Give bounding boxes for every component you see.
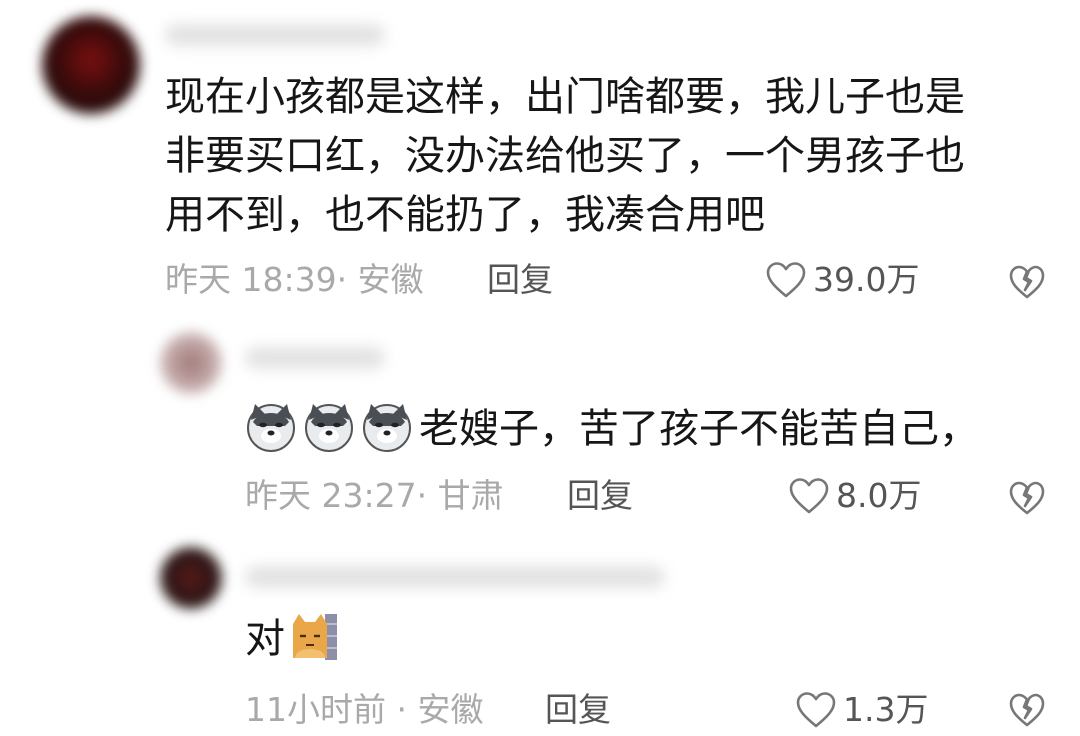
avatar[interactable] (42, 16, 140, 114)
comment-text-line: 非要买口红，没办法给他买了，一个男孩子也 (165, 133, 965, 179)
broken-heart-icon[interactable] (1007, 478, 1047, 518)
comment-timestamp-location: 昨天 18:39· 安徽 (165, 260, 424, 299)
heart-icon (796, 692, 836, 728)
comment-text-line: 现在小孩都是这样，出门啥都要，我儿子也是 (165, 74, 965, 120)
like-button[interactable]: 39.0万 (765, 260, 919, 300)
broken-heart-icon[interactable] (1007, 690, 1047, 730)
heart-icon (789, 478, 829, 514)
username-blurred[interactable] (165, 24, 385, 46)
username-blurred[interactable] (245, 566, 665, 588)
heart-icon (766, 262, 806, 298)
comment-text: 对 (245, 610, 339, 668)
cat-icon (293, 614, 337, 660)
avatar[interactable] (160, 547, 222, 609)
comment-text-line: 用不到，也不能扔了，我凑合用吧 (165, 192, 765, 238)
like-count: 1.3万 (843, 690, 929, 729)
doge-icon (363, 404, 411, 452)
like-button[interactable]: 8.0万 (788, 476, 921, 516)
reply-button[interactable]: 回复 (567, 476, 633, 516)
comment-text: 老嫂子，苦了孩子不能苦自己， (245, 400, 979, 458)
reply-button[interactable]: 回复 (545, 690, 611, 730)
avatar[interactable] (160, 332, 222, 394)
comment-text-body: 老嫂子，苦了孩子不能苦自己， (419, 406, 979, 452)
broken-heart-icon[interactable] (1007, 262, 1047, 302)
doge-icon (247, 404, 295, 452)
comment-timestamp-location: 昨天 23:27· 甘肃 (245, 476, 504, 515)
like-count: 39.0万 (813, 260, 920, 299)
doge-icon (305, 404, 353, 452)
comment-timestamp-location: 11小时前 · 安徽 (245, 690, 484, 729)
like-count: 8.0万 (836, 476, 922, 515)
username-blurred[interactable] (245, 347, 385, 369)
reply-button[interactable]: 回复 (487, 260, 553, 300)
comment-text-body: 对 (245, 616, 285, 662)
like-button[interactable]: 1.3万 (795, 690, 928, 730)
